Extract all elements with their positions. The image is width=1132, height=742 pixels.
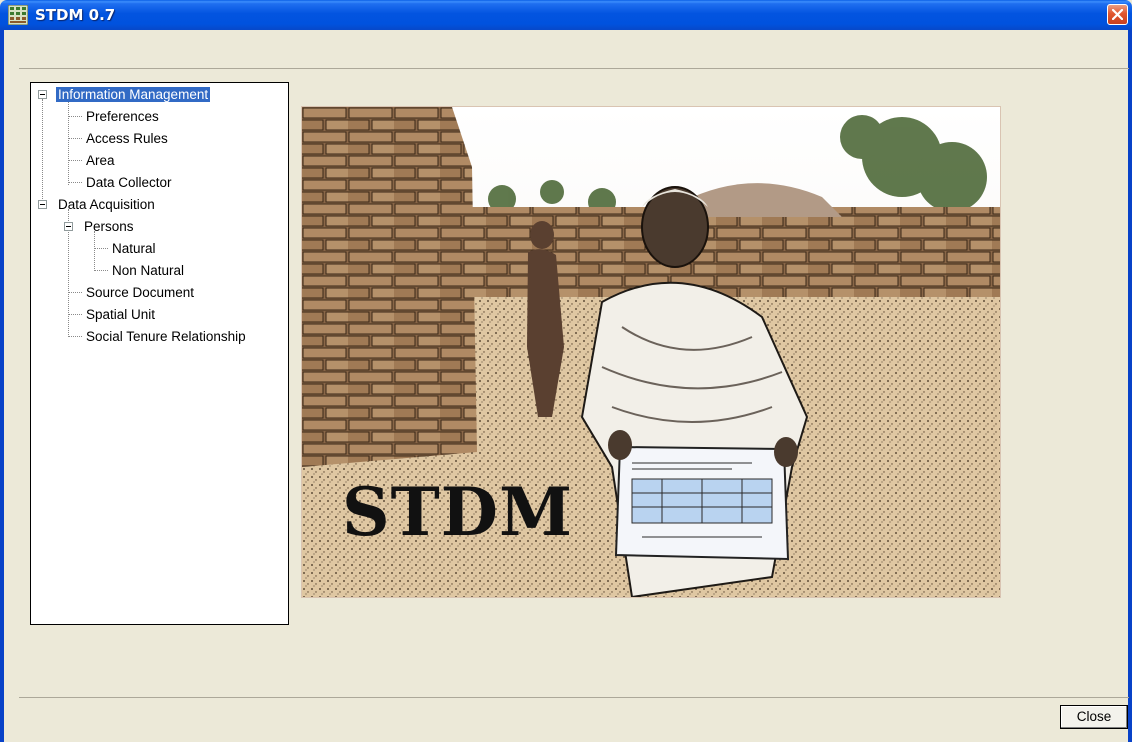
collapse-toggle[interactable] bbox=[64, 222, 73, 231]
tree-node-social-tenure-relationship[interactable]: Social Tenure Relationship bbox=[84, 328, 248, 346]
tree-node-label: Natural bbox=[112, 241, 156, 256]
tree-node-label: Area bbox=[86, 153, 115, 168]
navigation-tree[interactable]: Information Management Preferences Acces… bbox=[30, 82, 289, 625]
tree-connector bbox=[69, 116, 82, 117]
tree-node-area[interactable]: Area bbox=[84, 152, 117, 170]
tree-node-label: Persons bbox=[84, 219, 134, 234]
tree-node-source-document[interactable]: Source Document bbox=[84, 284, 196, 302]
close-button[interactable]: Close bbox=[1060, 705, 1128, 729]
tree-node-label: Access Rules bbox=[86, 131, 168, 146]
tree-connector bbox=[69, 160, 82, 161]
splash-image: STDM bbox=[301, 106, 1001, 599]
tree-node-persons[interactable]: Persons bbox=[82, 218, 136, 236]
tree-connector bbox=[94, 231, 95, 271]
tree-connector bbox=[69, 138, 82, 139]
tree-node-label: Information Management bbox=[56, 87, 211, 102]
tree-connector bbox=[42, 99, 43, 205]
tree-node-non-natural[interactable]: Non Natural bbox=[110, 262, 186, 280]
tree-node-spatial-unit[interactable]: Spatial Unit bbox=[84, 306, 157, 324]
window-frame-left bbox=[0, 30, 4, 742]
tree-node-information-management[interactable]: Information Management bbox=[56, 86, 211, 104]
tree-node-label: Spatial Unit bbox=[86, 307, 156, 322]
tree-connector bbox=[68, 99, 69, 185]
collapse-toggle[interactable] bbox=[38, 200, 47, 209]
app-grid-icon bbox=[8, 5, 28, 25]
tree-node-data-collector[interactable]: Data Collector bbox=[84, 174, 174, 192]
footer-divider bbox=[19, 697, 1129, 698]
tree-node-label: Preferences bbox=[86, 109, 159, 124]
tree-node-data-acquisition[interactable]: Data Acquisition bbox=[56, 196, 157, 214]
tree-node-access-rules[interactable]: Access Rules bbox=[84, 130, 170, 148]
close-icon bbox=[1112, 9, 1123, 20]
tree-connector bbox=[95, 248, 108, 249]
tree-connector bbox=[69, 314, 82, 315]
window-title: STDM 0.7 bbox=[35, 6, 116, 24]
close-window-button[interactable] bbox=[1107, 4, 1128, 25]
tree-node-label: Data Acquisition bbox=[58, 197, 155, 212]
tree-node-natural[interactable]: Natural bbox=[110, 240, 158, 258]
collapse-toggle[interactable] bbox=[38, 90, 47, 99]
tree-node-label: Source Document bbox=[86, 285, 195, 300]
tree-connector bbox=[69, 182, 82, 183]
title-bar: STDM 0.7 bbox=[0, 0, 1132, 30]
tree-connector bbox=[69, 336, 82, 337]
splash-logo-text: STDM bbox=[342, 473, 574, 551]
tree-node-label: Non Natural bbox=[112, 263, 185, 278]
tree-connector bbox=[69, 292, 82, 293]
tree-connector bbox=[95, 270, 108, 271]
tree-node-label: Social Tenure Relationship bbox=[86, 329, 246, 344]
tree-node-preferences[interactable]: Preferences bbox=[84, 108, 161, 126]
tree-node-label: Data Collector bbox=[86, 175, 172, 190]
